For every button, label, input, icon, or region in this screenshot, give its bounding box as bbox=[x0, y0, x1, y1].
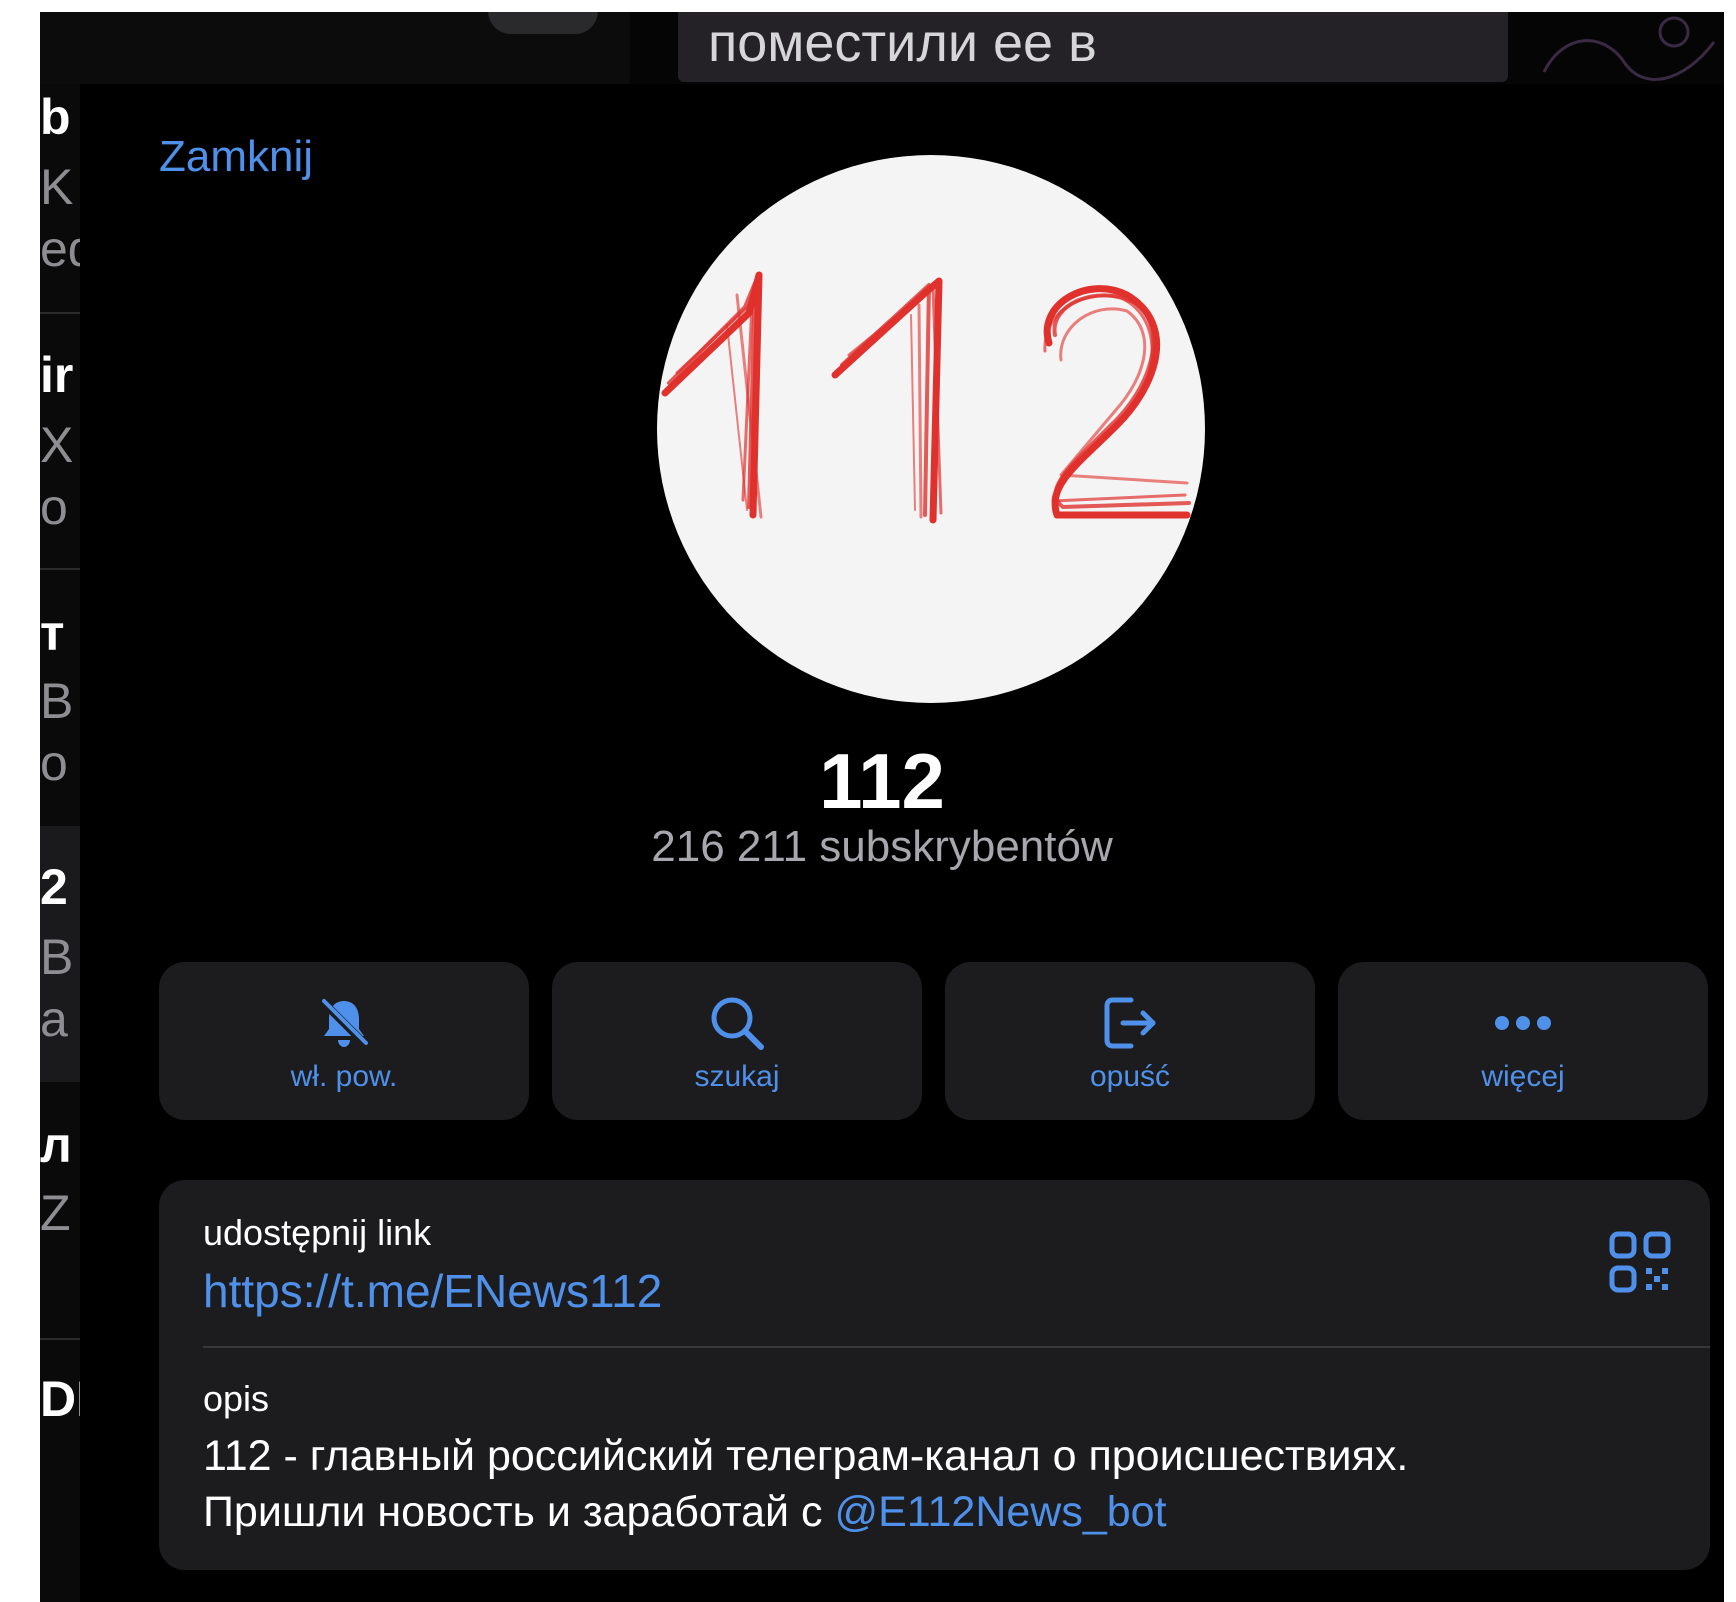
chat-fragment: o bbox=[40, 479, 68, 535]
chat-fragment: X bbox=[40, 417, 74, 473]
chat-fragment: л bbox=[40, 1117, 72, 1173]
bell-slash-icon bbox=[159, 988, 529, 1058]
chat-fragment: Z bbox=[40, 1185, 71, 1241]
search-label: szukaj bbox=[694, 1060, 780, 1093]
divider bbox=[40, 312, 80, 314]
background-message-text: поместили ее в bbox=[708, 13, 1097, 73]
description-caption: opis bbox=[203, 1378, 270, 1419]
bot-link[interactable]: @E112News_bot bbox=[834, 1488, 1166, 1536]
divider bbox=[40, 1338, 80, 1340]
chat-fragment: ir bbox=[40, 347, 74, 403]
avatar-drawing bbox=[661, 271, 1191, 524]
chat-fragment: K bbox=[40, 159, 74, 215]
background-chat-header: поместили ее в bbox=[40, 12, 1724, 84]
leave-button[interactable]: opuść bbox=[945, 962, 1315, 1120]
screen: b K ed ir X o т B o 2 B a л Z DE помести… bbox=[40, 12, 1724, 1602]
leave-icon bbox=[945, 988, 1315, 1058]
chat-fragment: a bbox=[40, 991, 68, 1047]
background-search-pill bbox=[488, 12, 598, 34]
channel-profile-sheet: Zamknij 112 216 211 subskrybentów wł. po… bbox=[80, 84, 1724, 1602]
more-icon bbox=[1338, 988, 1708, 1058]
chat-fragment: B bbox=[40, 673, 74, 729]
search-icon bbox=[552, 988, 922, 1058]
search-button[interactable]: szukaj bbox=[552, 962, 922, 1120]
unmute-label: wł. pow. bbox=[290, 1060, 398, 1093]
description-line-2-text: Пришли новость и заработай с bbox=[203, 1488, 835, 1536]
chat-fragment: DE bbox=[40, 1371, 80, 1427]
chat-fragment: b bbox=[40, 89, 71, 145]
close-button[interactable]: Zamknij bbox=[159, 132, 313, 182]
divider bbox=[203, 1346, 1710, 1348]
description-line-2: Пришли новость и заработай с @E112News_b… bbox=[203, 1484, 1663, 1540]
description-line-1: 112 - главный российский телеграм-канал … bbox=[203, 1432, 1409, 1480]
share-link-caption: udostępnij link bbox=[203, 1212, 432, 1253]
more-label: więcej bbox=[1481, 1060, 1565, 1093]
share-link-url[interactable]: https://t.me/ENews112 bbox=[203, 1264, 662, 1318]
channel-avatar[interactable] bbox=[657, 155, 1205, 703]
channel-name: 112 bbox=[819, 737, 945, 825]
divider bbox=[40, 568, 80, 570]
background-list-header bbox=[40, 12, 630, 84]
qr-code-icon[interactable] bbox=[1608, 1230, 1672, 1294]
subscriber-count: 216 211 subskrybentów bbox=[651, 822, 1113, 871]
chat-fragment: т bbox=[40, 605, 65, 661]
background-message-bubble: поместили ее в bbox=[678, 12, 1508, 82]
channel-description: 112 - главный российский телеграм-канал … bbox=[203, 1428, 1663, 1540]
more-button[interactable]: więcej bbox=[1338, 962, 1708, 1120]
leave-label: opuść bbox=[1089, 1060, 1171, 1093]
chat-fragment: ed bbox=[40, 221, 80, 277]
chat-fragment: B bbox=[40, 929, 74, 985]
channel-info-card: udostępnij link https://t.me/ENews112 op… bbox=[159, 1180, 1710, 1570]
chat-wallpaper-doodle bbox=[1542, 16, 1716, 81]
unmute-button[interactable]: wł. pow. bbox=[159, 962, 529, 1120]
